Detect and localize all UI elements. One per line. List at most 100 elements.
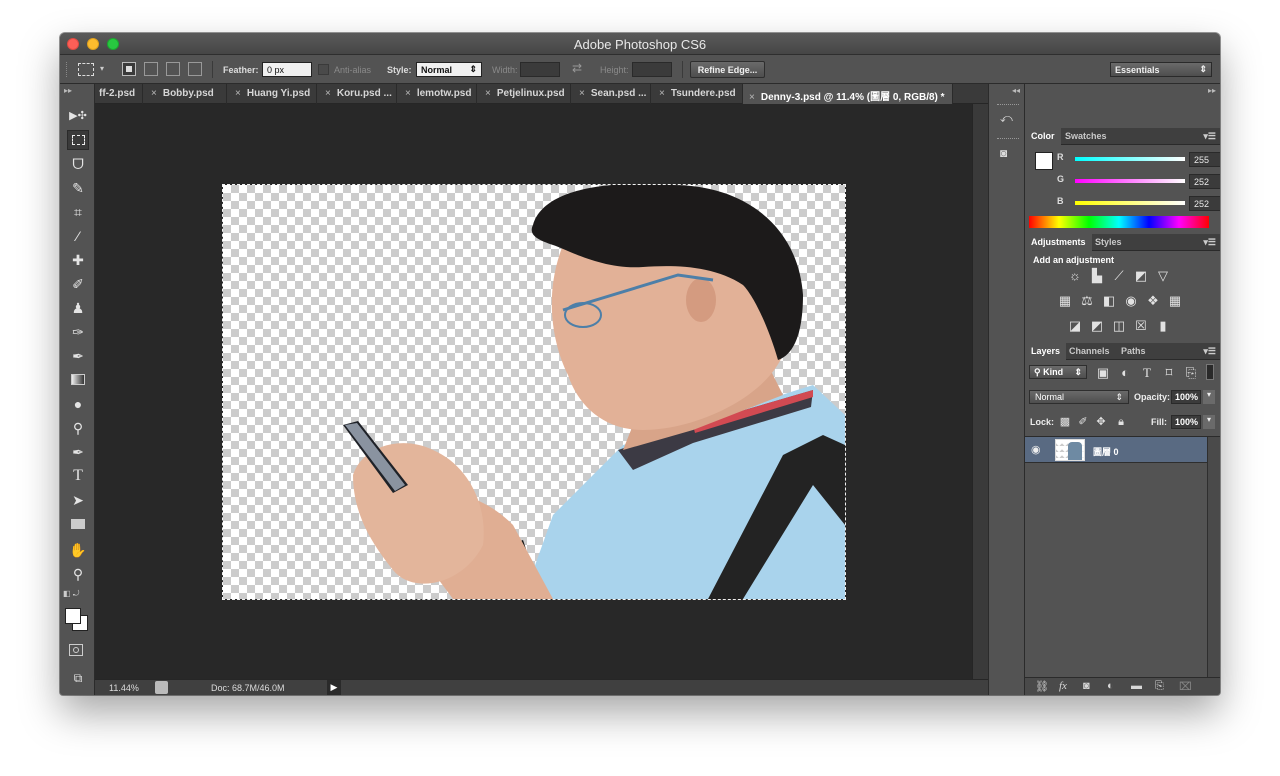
quick-selection-tool-icon[interactable]: ✎ [67,178,89,198]
image-canvas[interactable] [222,184,846,600]
vibrance-icon[interactable]: ▽ [1155,269,1171,283]
foreground-color-swatch[interactable] [65,608,81,624]
close-tab-icon[interactable]: × [579,88,585,99]
opacity-slider-arrow-icon[interactable]: ▾ [1203,390,1215,404]
posterize-icon[interactable]: ◩ [1089,319,1105,333]
intersect-selection-icon[interactable] [188,62,202,76]
pen-tool-icon[interactable]: ✒ [67,442,89,462]
blue-value-input[interactable]: 252 [1189,196,1220,211]
fill-slider-arrow-icon[interactable]: ▾ [1203,415,1215,429]
antialias-checkbox[interactable] [318,64,329,75]
close-tab-icon[interactable]: × [151,88,157,99]
eraser-tool-icon[interactable]: ✒ [67,346,89,366]
lock-transparent-icon[interactable]: ▩ [1057,415,1073,429]
delete-layer-icon[interactable]: ⌧ [1179,680,1192,693]
tab-layers[interactable]: Layers [1025,343,1067,360]
exposure-icon[interactable]: ◩ [1133,269,1149,283]
layers-scrollbar[interactable] [1207,437,1220,677]
feather-input[interactable]: 0 px [262,62,312,77]
refine-edge-button[interactable]: Refine Edge... [690,61,765,78]
green-value-input[interactable]: 252 [1189,174,1220,189]
tab-styles[interactable]: Styles [1089,234,1128,251]
close-tab-icon[interactable]: × [325,88,331,99]
blur-tool-icon[interactable]: ● [67,394,89,414]
filter-adjustment-icon[interactable]: ◐ [1117,366,1133,380]
collapse-strip-icon[interactable]: ◂◂ [1012,86,1020,95]
height-input[interactable] [632,62,672,77]
tab-channels[interactable]: Channels [1063,343,1116,360]
tab-adjustments[interactable]: Adjustments [1025,234,1092,251]
screen-mode-icon[interactable]: ⧉ [67,668,89,688]
rectangle-tool-icon[interactable] [67,514,89,534]
dodge-tool-icon[interactable]: ⚲ [67,418,89,438]
healing-brush-tool-icon[interactable]: ✚ [67,250,89,270]
new-selection-icon[interactable] [122,62,136,76]
collapse-toolbox-icon[interactable]: ▸▸ [64,86,72,95]
type-tool-icon[interactable]: T [67,466,89,486]
gradient-tool-icon[interactable] [67,370,89,390]
zoom-readout[interactable]: 11.44% [109,683,139,693]
layer-name[interactable]: 圖層 0 [1093,445,1119,458]
filter-pixel-icon[interactable]: ▣ [1095,366,1111,380]
marquee-preset-icon[interactable] [78,63,94,76]
move-tool-icon[interactable]: ▶✣ [67,106,89,126]
hand-tool-icon[interactable]: ✋ [67,540,89,560]
workspace-select[interactable]: Essentials ⇕ [1110,62,1212,77]
gradient-map-icon[interactable]: ▮ [1155,319,1171,333]
close-tab-icon[interactable]: × [485,88,491,99]
tab-document[interactable]: × Tsundere.psd [651,84,743,104]
filter-type-icon[interactable]: T [1139,366,1155,380]
preset-dropdown-icon[interactable]: ▾ [100,64,104,73]
tab-document[interactable]: × Huang Yi.psd [227,84,317,104]
panel-menu-icon[interactable]: ▾☰ [1203,131,1216,142]
tab-document[interactable]: × Koru.psd ... [317,84,397,104]
status-menu-arrow-icon[interactable]: ▶ [327,680,341,695]
style-select[interactable]: Normal ⇕ [416,62,482,77]
properties-panel-icon[interactable]: ◙ [1000,146,1007,160]
color-spectrum-bar[interactable] [1029,216,1209,228]
brush-tool-icon[interactable]: ✐ [67,274,89,294]
rectangular-marquee-tool-icon[interactable] [67,130,89,150]
new-adjustment-layer-icon[interactable]: ◐ [1107,680,1114,692]
status-options-icon[interactable] [155,681,168,694]
tab-document[interactable]: × Bobby.psd [143,84,227,104]
curves-icon[interactable]: ⟋ [1111,269,1127,283]
path-selection-tool-icon[interactable]: ➤ [67,490,89,510]
width-input[interactable] [520,62,560,77]
filter-shape-icon[interactable]: ⌑ [1161,366,1177,380]
default-colors-icon[interactable]: ◧ ⤾ [63,589,79,599]
close-tab-icon[interactable]: × [405,88,411,99]
new-layer-icon[interactable]: ⎘ [1155,680,1164,693]
tab-document[interactable]: ff-2.psd [95,84,143,104]
tab-color[interactable]: Color [1025,128,1061,145]
color-balance-icon[interactable]: ⚖ [1079,294,1095,308]
filter-smart-object-icon[interactable]: ⎘ [1183,366,1199,380]
green-slider[interactable] [1075,179,1185,183]
blend-mode-select[interactable]: Normal ⇕ [1029,390,1129,404]
crop-tool-icon[interactable]: ⌗ [67,202,89,222]
tab-document[interactable]: × lemotw.psd [397,84,477,104]
expand-panels-icon[interactable]: ▸▸ [1208,86,1216,95]
clone-stamp-tool-icon[interactable]: ♟ [67,298,89,318]
tab-document[interactable]: × Sean.psd ... [571,84,651,104]
lock-all-icon[interactable]: 🔒︎ [1113,415,1129,429]
panel-menu-icon[interactable]: ▾☰ [1203,346,1216,357]
red-slider[interactable] [1075,157,1185,161]
swap-icon[interactable]: ⇄ [572,61,582,75]
history-panel-icon[interactable]: ⤺ [1000,111,1013,126]
lock-position-icon[interactable]: ✥ [1093,415,1109,429]
brightness-contrast-icon[interactable]: ☼ [1067,269,1083,283]
document-canvas-area[interactable] [95,104,972,679]
black-white-icon[interactable]: ◧ [1101,294,1117,308]
hue-saturation-icon[interactable]: ▦ [1057,294,1073,308]
add-selection-icon[interactable] [144,62,158,76]
new-group-icon[interactable]: ▬ [1131,680,1142,692]
filter-toggle[interactable] [1206,364,1214,380]
tab-swatches[interactable]: Swatches [1059,128,1113,145]
visibility-eye-icon[interactable]: ◉ [1031,443,1041,456]
subtract-selection-icon[interactable] [166,62,180,76]
tab-active-document[interactable]: × Denny-3.psd @ 11.4% (圖層 0, RGB/8) * [743,84,953,104]
layer-row[interactable]: ◉ 圖層 0 [1025,437,1207,463]
layer-style-fx-icon[interactable]: fx [1059,680,1067,692]
lasso-tool-icon[interactable]: ᗜ [67,154,89,174]
